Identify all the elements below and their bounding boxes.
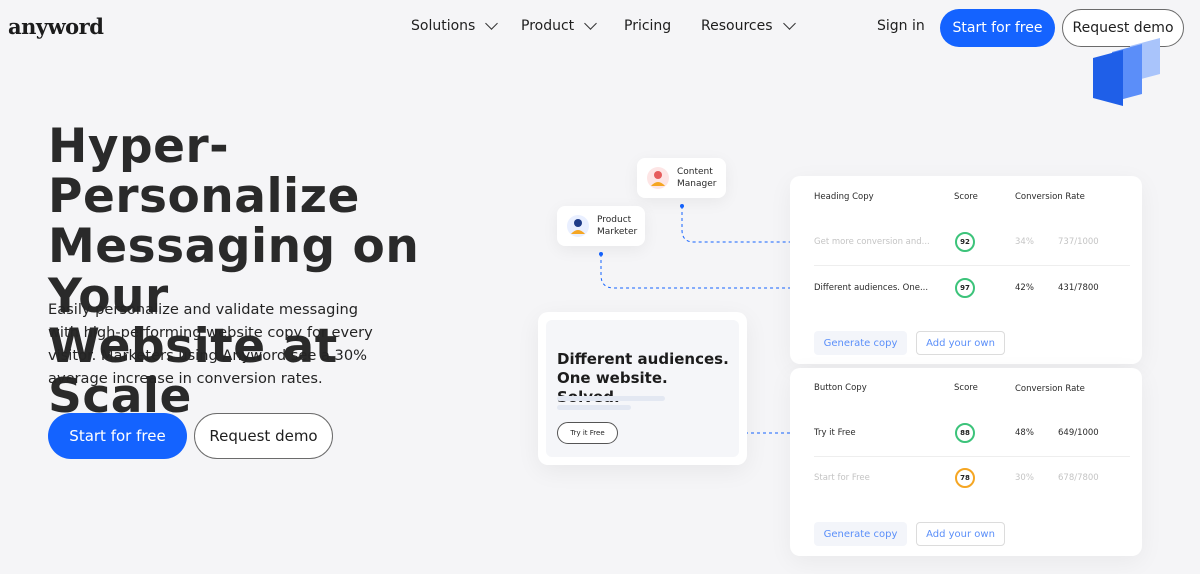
nav-resources-label: Resources bbox=[701, 18, 773, 34]
nav-solutions[interactable]: Solutions bbox=[411, 17, 499, 34]
conversion-ratio: 737/1000 bbox=[1058, 237, 1099, 247]
conversion-ratio: 678/7800 bbox=[1058, 473, 1099, 483]
chevron-down-icon bbox=[782, 17, 796, 30]
conversion-ratio: 431/7800 bbox=[1058, 283, 1099, 293]
generate-copy-button[interactable]: Generate copy bbox=[814, 331, 907, 355]
placeholder-line bbox=[557, 405, 631, 410]
preview-try-free-button[interactable]: Try it Free bbox=[557, 422, 618, 444]
conversion-rate: 30% bbox=[1015, 473, 1034, 483]
copy-text: Get more conversion and... bbox=[814, 237, 930, 247]
column-header: Button Copy bbox=[814, 383, 867, 393]
score-badge: 88 bbox=[955, 423, 975, 443]
persona-line: Marketer bbox=[597, 227, 638, 237]
column-header: Heading Copy bbox=[814, 192, 874, 202]
chevron-down-icon bbox=[485, 17, 499, 30]
top-navigation: anyword Solutions Product Pricing Resour… bbox=[0, 0, 1200, 56]
score-badge: 78 bbox=[955, 468, 975, 488]
add-your-own-button[interactable]: Add your own bbox=[916, 331, 1005, 355]
nav-resources[interactable]: Resources bbox=[701, 17, 796, 34]
hero-title-line: Hyper-Personalize bbox=[48, 119, 360, 224]
button-copy-card: Button Copy Score Conversion Rate Try it… bbox=[790, 368, 1142, 556]
nav-product-label: Product bbox=[521, 18, 575, 34]
copy-text: Different audiences. One... bbox=[814, 283, 929, 293]
conversion-rate: 48% bbox=[1015, 428, 1034, 438]
persona-chip-product-marketer: Product Marketer bbox=[557, 206, 645, 246]
anyword-logo[interactable]: anyword bbox=[8, 14, 104, 39]
row-divider bbox=[814, 456, 1130, 457]
score-badge: 92 bbox=[955, 232, 975, 252]
persona-line: Manager bbox=[677, 179, 717, 189]
person-icon bbox=[571, 219, 585, 234]
avatar bbox=[647, 167, 669, 189]
column-header: Score bbox=[954, 383, 978, 393]
chevron-down-icon bbox=[584, 17, 598, 30]
persona-line: Product bbox=[597, 215, 632, 225]
placeholder-line bbox=[557, 396, 665, 401]
nav-start-free-button[interactable]: Start for free bbox=[940, 9, 1055, 47]
persona-line: Content bbox=[677, 167, 713, 177]
copy-text: Start for Free bbox=[814, 473, 870, 483]
conversion-ratio: 649/1000 bbox=[1058, 428, 1099, 438]
score-badge: 97 bbox=[955, 278, 975, 298]
column-header: Score bbox=[954, 192, 978, 202]
nav-product[interactable]: Product bbox=[521, 17, 598, 34]
hero-subtitle: Easily personalize and validate messagin… bbox=[48, 301, 373, 387]
sign-in-link[interactable]: Sign in bbox=[877, 18, 925, 34]
row-divider bbox=[814, 265, 1130, 266]
persona-chip-content-manager: Content Manager bbox=[637, 158, 726, 198]
stacked-cards-icon bbox=[1093, 38, 1160, 106]
person-icon bbox=[651, 171, 665, 186]
copy-text: Try it Free bbox=[814, 428, 856, 438]
hero-request-demo-button[interactable]: Request demo bbox=[194, 413, 333, 459]
conversion-rate: 34% bbox=[1015, 237, 1034, 247]
generate-copy-button[interactable]: Generate copy bbox=[814, 522, 907, 546]
website-preview-card: Different audiences. One website. Solved… bbox=[538, 312, 747, 465]
heading-copy-card: Heading Copy Score Conversion Rate Get m… bbox=[790, 176, 1142, 364]
nav-pricing-label: Pricing bbox=[624, 18, 672, 34]
nav-pricing[interactable]: Pricing bbox=[624, 18, 671, 34]
column-header: Conversion Rate bbox=[1015, 384, 1085, 394]
column-header: Conversion Rate bbox=[1015, 192, 1085, 202]
avatar bbox=[567, 215, 589, 237]
nav-solutions-label: Solutions bbox=[411, 18, 476, 34]
conversion-rate: 42% bbox=[1015, 283, 1034, 293]
add-your-own-button[interactable]: Add your own bbox=[916, 522, 1005, 546]
hero-start-free-button[interactable]: Start for free bbox=[48, 413, 187, 459]
